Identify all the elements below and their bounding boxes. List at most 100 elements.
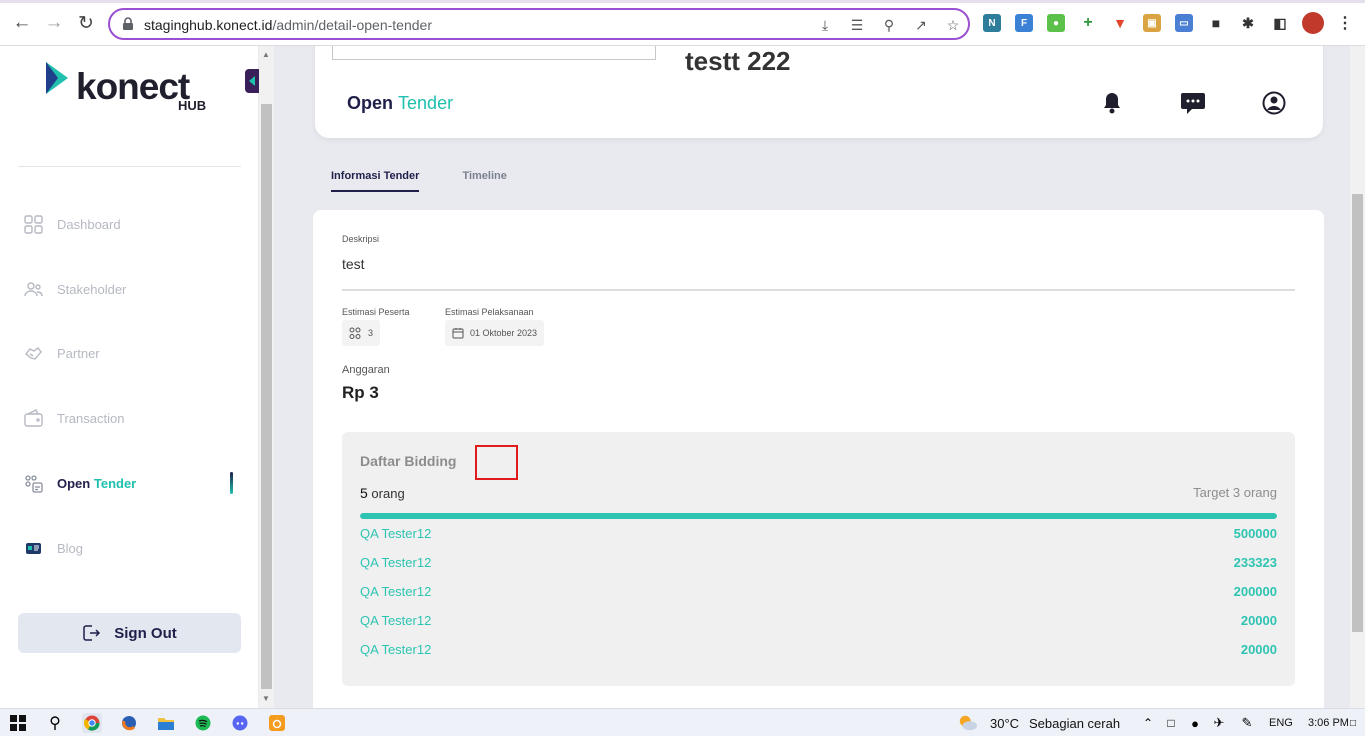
bid-row: QA Tester12 500000 <box>360 526 1277 544</box>
blog-news-icon <box>26 542 41 554</box>
sidebar-collapse-button[interactable] <box>245 69 259 93</box>
bidder-name[interactable]: QA Tester12 <box>360 642 431 660</box>
bid-amount: 20000 <box>1240 642 1277 657</box>
bidding-progress-fill <box>360 513 1277 519</box>
sidebar-item-stakeholder[interactable]: Stakeholder <box>24 277 239 301</box>
bidder-name[interactable]: QA Tester12 <box>360 613 431 631</box>
windows-start-icon[interactable] <box>8 713 28 733</box>
extension-n-icon[interactable]: N <box>983 14 1001 32</box>
bid-amount: 500000 <box>1233 526 1277 541</box>
bid-row: QA Tester12 200000 <box>360 584 1277 602</box>
extensions-puzzle-icon[interactable]: ✱ <box>1239 14 1257 32</box>
handshake-icon <box>25 346 42 360</box>
tray-device-icon[interactable]: □ <box>1161 713 1181 733</box>
extension-shield-icon[interactable]: ▼ <box>1111 14 1129 32</box>
extension-fi-icon[interactable]: F <box>1015 14 1033 32</box>
chat-icon[interactable] <box>1180 90 1206 116</box>
address-bar[interactable]: staginghub.konect.id/admin/detail-open-t… <box>108 8 970 40</box>
sidebar-item-label: Dashboard <box>57 216 121 232</box>
microphone-icon[interactable]: ● <box>1185 713 1205 733</box>
tab-timeline[interactable]: Timeline <box>462 170 506 192</box>
app-orange-icon[interactable] <box>267 713 287 733</box>
browser-menu-icon[interactable]: ⋮ <box>1336 14 1354 32</box>
scroll-thumb[interactable] <box>261 104 272 689</box>
language-indicator[interactable]: ENG <box>1269 717 1293 729</box>
sidebar-item-label: Stakeholder <box>57 281 127 297</box>
logout-icon <box>83 625 101 641</box>
lock-icon <box>123 17 133 30</box>
discord-app-icon[interactable] <box>230 713 250 733</box>
tab-strip <box>0 0 1365 3</box>
search-icon[interactable]: ⚲ <box>45 713 65 733</box>
bell-icon[interactable] <box>1099 90 1125 116</box>
weather-icon[interactable] <box>958 713 978 733</box>
sidebar-scrollbar[interactable]: ▲ ▼ <box>259 46 274 708</box>
extension-leaf-icon[interactable]: ● <box>1047 14 1065 32</box>
sign-out-button[interactable]: Sign Out <box>18 613 241 653</box>
bidder-count: 5 orang <box>360 485 405 501</box>
sidebar-item-blog[interactable]: Blog <box>24 536 239 560</box>
reload-icon[interactable]: ↻ <box>74 11 98 35</box>
back-icon[interactable]: ← <box>10 11 34 35</box>
active-indicator <box>230 472 233 494</box>
bookmark-star-icon[interactable]: ☆ <box>944 16 962 34</box>
chrome-app-icon[interactable] <box>82 713 102 733</box>
users-icon <box>24 281 43 296</box>
sidebar-item-dashboard[interactable]: Dashboard <box>24 212 239 236</box>
pen-icon[interactable]: ✎ <box>1237 713 1257 733</box>
sidebar-item-open-tender[interactable]: Open Tender <box>24 471 239 495</box>
participant-estimate-label: Estimasi Peserta <box>342 307 410 317</box>
firefox-app-icon[interactable] <box>119 713 139 733</box>
forward-icon[interactable]: → <box>42 11 66 35</box>
zoom-icon[interactable]: ⚲ <box>880 16 898 34</box>
tray-chevron-up-icon[interactable]: ⌃ <box>1138 713 1158 733</box>
message-bubble-icon <box>1181 93 1205 114</box>
section-title: Open Tender <box>347 93 454 113</box>
share-icon[interactable]: ↗ <box>912 16 930 34</box>
sidebar: konect HUB Dashboard Stakeholder Partner… <box>0 46 259 708</box>
bidder-name[interactable]: QA Tester12 <box>360 555 431 573</box>
bidding-progress-bar <box>360 513 1277 519</box>
spotify-app-icon[interactable] <box>193 713 213 733</box>
main-content: testt 222 Open Tender Informasi Tender T… <box>274 46 1350 708</box>
airplane-mode-icon[interactable]: ✈ <box>1209 713 1229 733</box>
install-icon[interactable]: ⤓ <box>816 16 834 34</box>
highlight-box <box>475 445 518 480</box>
browser-toolbar: ← → ↻ staginghub.konect.id/admin/detail-… <box>0 0 1365 46</box>
sidebar-item-partner[interactable]: Partner <box>24 341 239 365</box>
extension-media-icon[interactable]: ■ <box>1207 14 1225 32</box>
chevron-left-icon <box>249 76 255 86</box>
bid-amount: 20000 <box>1240 613 1277 628</box>
user-account-icon[interactable] <box>1261 90 1287 116</box>
bidder-name[interactable]: QA Tester12 <box>360 526 431 544</box>
chrome-logo-icon <box>84 715 100 731</box>
extension-doc-icon[interactable]: ▣ <box>1143 14 1161 32</box>
profile-avatar[interactable] <box>1302 12 1324 34</box>
file-explorer-icon[interactable] <box>156 713 176 733</box>
sidebar-item-transaction[interactable]: Transaction <box>24 406 239 430</box>
scroll-up-arrow[interactable]: ▲ <box>262 50 270 59</box>
calendar-icon <box>452 328 464 339</box>
weather-description[interactable]: Sebagian cerah <box>1029 716 1120 731</box>
translate-icon[interactable]: ☰ <box>848 16 866 34</box>
extension-page-icon[interactable]: ▭ <box>1175 14 1193 32</box>
windows-taskbar: ⚲ 30°C Sebagian cerah ⌃ □ ● ✈ ✎ ENG 3:06… <box>0 708 1365 736</box>
main-scrollbar[interactable] <box>1350 46 1365 708</box>
discord-logo-icon <box>232 715 248 731</box>
sidepanel-icon[interactable]: ◧ <box>1271 14 1289 32</box>
tab-informasi-tender[interactable]: Informasi Tender <box>331 170 420 192</box>
extension-plus-icon[interactable]: + <box>1079 14 1097 32</box>
participants-icon <box>349 327 361 339</box>
sidebar-item-label: Open Tender <box>57 475 137 491</box>
scroll-thumb[interactable] <box>1352 194 1363 632</box>
notification-icon[interactable]: □ <box>1343 713 1363 733</box>
tender-group-icon <box>25 474 43 493</box>
budget-label: Anggaran <box>342 364 390 376</box>
weather-temperature[interactable]: 30°C <box>990 716 1019 731</box>
konect-logo-icon <box>46 62 68 94</box>
url-text: staginghub.konect.id/admin/detail-open-t… <box>144 17 432 33</box>
scroll-down-arrow[interactable]: ▼ <box>262 694 270 703</box>
orange-app-logo-icon <box>269 715 285 731</box>
sidebar-divider <box>18 166 241 167</box>
bidder-name[interactable]: QA Tester12 <box>360 584 431 602</box>
